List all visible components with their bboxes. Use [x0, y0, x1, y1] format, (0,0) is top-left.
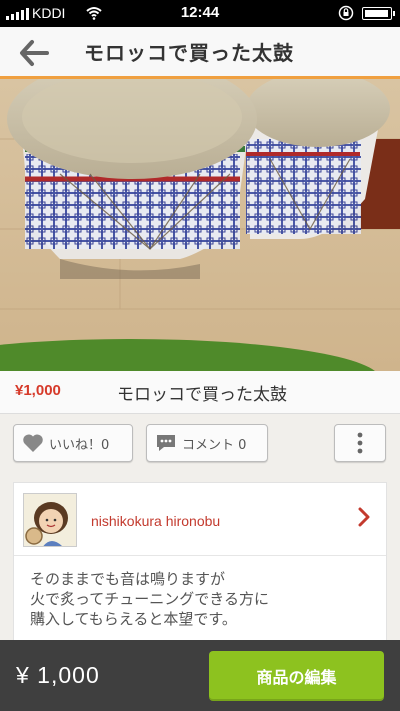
speech-bubble-icon — [157, 435, 175, 451]
action-bar: いいね！0 コメント 0 — [0, 414, 400, 476]
status-bar: KDDI 12:44 — [0, 0, 400, 27]
heart-icon — [23, 434, 43, 452]
like-button[interactable]: いいね！0 — [13, 424, 133, 462]
product-photo[interactable] — [0, 79, 400, 371]
bottom-bar: ¥ 1,000 商品の編集 — [0, 640, 400, 711]
nav-header: モロッコで買った太鼓 — [0, 27, 400, 79]
drums-photo — [0, 79, 400, 371]
product-name: モロッコで買った太鼓 — [117, 385, 287, 405]
battery-icon — [362, 7, 395, 20]
rotation-lock-icon — [338, 5, 354, 21]
page-title: モロッコで買った太鼓 — [84, 41, 294, 65]
comment-button[interactable]: コメント 0 — [146, 424, 268, 462]
item-description: そのままでも音は鳴りますが 火で炙ってチューニングできる方に 購入してもらえると… — [30, 570, 269, 628]
more-options-button[interactable] — [334, 424, 386, 462]
vertical-ellipsis-icon — [357, 432, 363, 454]
bottom-price: ¥ 1,000 — [16, 662, 100, 688]
product-info-row: ¥1,000 モロッコで買った太鼓 — [0, 371, 400, 414]
edit-item-button[interactable]: 商品の編集 — [209, 651, 384, 701]
back-arrow-icon[interactable] — [18, 39, 50, 67]
comment-label: コメント 0 — [182, 437, 247, 453]
like-label: いいね！0 — [49, 437, 110, 453]
chevron-right-icon — [358, 507, 370, 527]
seller-profile-link[interactable]: nishikokura hironobu — [14, 483, 386, 556]
avatar — [23, 493, 77, 547]
seller-name: nishikokura hironobu — [91, 513, 221, 529]
product-price: ¥1,000 — [15, 382, 61, 399]
